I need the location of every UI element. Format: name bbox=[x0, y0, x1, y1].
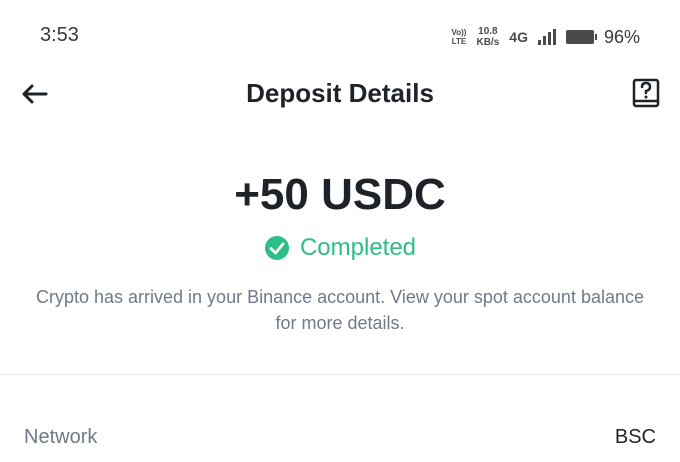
guide-button[interactable] bbox=[630, 76, 662, 110]
status-icons: Vo)) LTE 10.8 KB/s 4G 96% bbox=[452, 22, 640, 52]
check-circle-icon bbox=[264, 236, 289, 260]
page-title: Deposit Details bbox=[246, 78, 434, 108]
signal-icon bbox=[537, 29, 556, 45]
network-type: 4G bbox=[509, 29, 528, 45]
status-bar: 3:53 Vo)) LTE 10.8 KB/s 4G 96% bbox=[0, 0, 680, 72]
volte-indicator: Vo)) LTE bbox=[451, 28, 467, 46]
battery-percent: 96% bbox=[603, 26, 640, 47]
help-book-icon bbox=[632, 78, 660, 108]
deposit-status: Completed bbox=[0, 234, 680, 262]
deposit-message: Crypto has arrived in your Binance accou… bbox=[35, 287, 644, 333]
battery-icon bbox=[565, 30, 597, 44]
network-label: Network bbox=[24, 426, 98, 448]
network-value: BSC bbox=[614, 426, 656, 448]
network-speed: 10.8 KB/s bbox=[476, 26, 500, 48]
divider bbox=[0, 374, 680, 375]
status-text: Completed bbox=[299, 234, 417, 261]
header: Deposit Details bbox=[0, 70, 680, 116]
status-time: 3:53 bbox=[40, 24, 79, 46]
deposit-amount: +50 USDC bbox=[234, 170, 446, 219]
detail-row-network: Network BSC bbox=[24, 426, 656, 449]
